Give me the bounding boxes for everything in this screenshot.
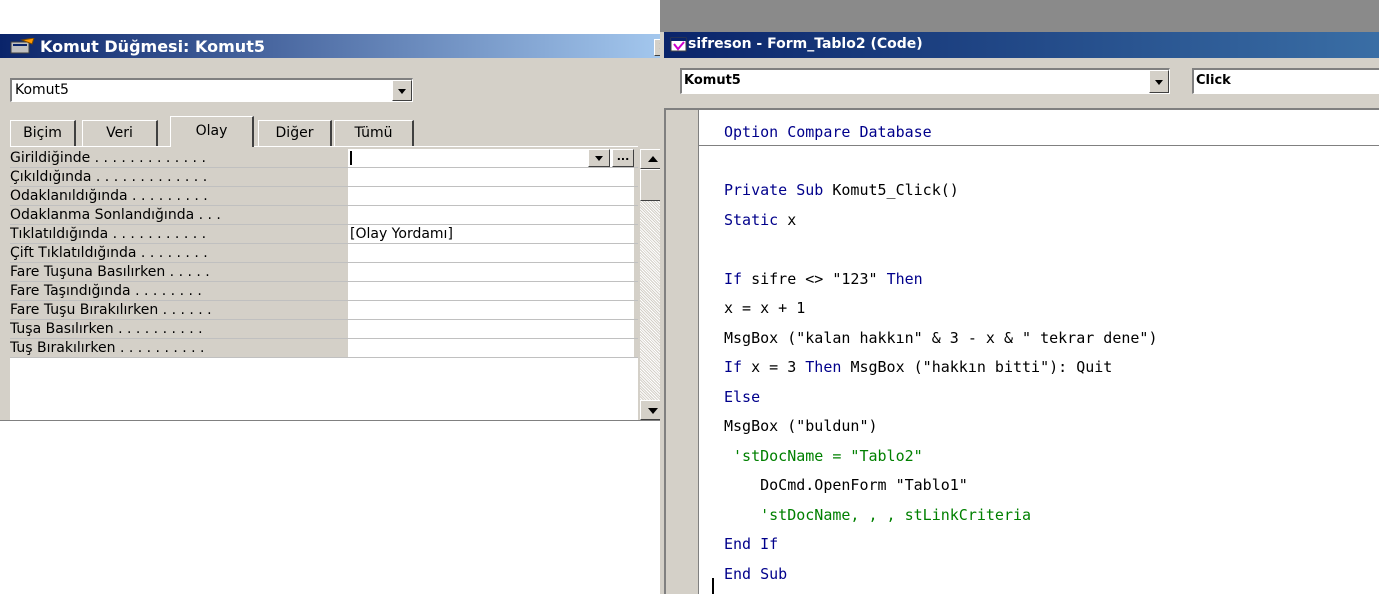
property-sheet-window: Komut Düğmesi: Komut5 ✕ Komut5 Girildiği… bbox=[0, 34, 673, 421]
property-row[interactable]: Tıklatıldığında . . . . . . . . . . . [Ol… bbox=[10, 225, 638, 244]
code-line: x = x + 1 bbox=[724, 298, 805, 318]
code-line: If sifre <> "123" Then bbox=[724, 269, 923, 289]
code-editor[interactable]: Option Compare Database Private Sub Komu… bbox=[664, 108, 1379, 594]
property-sheet-icon bbox=[10, 37, 36, 54]
property-label: Odaklanıldığında . . . . . . . . . bbox=[10, 188, 208, 204]
procedure-combo[interactable]: Click bbox=[1192, 68, 1379, 94]
property-row[interactable]: Fare Taşındığında . . . . . . . . bbox=[10, 282, 638, 301]
background-bar bbox=[660, 0, 1379, 32]
code-window-title-bar[interactable]: sifreson - Form_Tablo2 (Code) bbox=[664, 32, 1379, 58]
text-caret bbox=[350, 151, 352, 165]
property-value-field[interactable] bbox=[348, 168, 634, 186]
property-row[interactable]: Girildiğinde . . . . . . . . . . . . ...… bbox=[10, 149, 638, 168]
code-text: MsgBox ("kalan hakkın" & 3 - x & " tekra… bbox=[724, 328, 1158, 347]
code-keyword: Else bbox=[724, 387, 761, 406]
code-line: MsgBox ("kalan hakkın" & 3 - x & " tekra… bbox=[724, 328, 1157, 348]
chevron-down-icon[interactable] bbox=[1149, 70, 1169, 93]
code-text: x = 3 bbox=[751, 358, 806, 376]
property-value-field[interactable] bbox=[348, 301, 634, 319]
property-value-field[interactable]: ... bbox=[348, 149, 634, 167]
code-line: End If bbox=[724, 534, 778, 554]
property-value-field[interactable] bbox=[348, 320, 634, 338]
property-label: Çift Tıklatıldığında . . . . . . . . bbox=[10, 245, 208, 261]
property-value-field[interactable] bbox=[348, 282, 634, 300]
code-line: 'stDocName = "Tablo2" bbox=[724, 446, 923, 466]
code-text: DoCmd.OpenForm "Tablo1" bbox=[724, 476, 968, 494]
code-window-title: sifreson - Form_Tablo2 (Code) bbox=[688, 36, 923, 52]
property-row[interactable]: Odaklanma Sonlandığında . . . bbox=[10, 206, 638, 225]
property-row[interactable]: Fare Tuşuna Basılırken . . . . . bbox=[10, 263, 638, 282]
code-text: MsgBox ("hakkın bitti"): Quit bbox=[850, 358, 1113, 376]
code-keyword: End If bbox=[724, 535, 779, 553]
code-text: x bbox=[787, 210, 797, 229]
code-comment: 'stDocName = "Tablo2" bbox=[724, 446, 923, 465]
vba-code-icon bbox=[670, 37, 688, 53]
tab-0[interactable]: Biçim bbox=[10, 120, 76, 146]
tab-3[interactable]: Diğer bbox=[258, 120, 332, 146]
property-value-field[interactable] bbox=[348, 339, 634, 357]
tab-4[interactable]: Tümü bbox=[334, 120, 414, 146]
object-selector-value: Komut5 bbox=[15, 82, 69, 98]
object-combo-value: Komut5 bbox=[684, 73, 741, 88]
code-keyword: Then bbox=[886, 269, 923, 288]
code-line: MsgBox ("buldun") bbox=[724, 416, 878, 436]
code-window: sifreson - Form_Tablo2 (Code) Komut5 Cli… bbox=[660, 0, 1379, 594]
property-label: Tıklatıldığında . . . . . . . . . . . bbox=[10, 226, 207, 242]
property-row[interactable]: Tuşa Basılırken . . . . . . . . . . bbox=[10, 320, 638, 339]
code-text: x = x + 1 bbox=[724, 299, 806, 317]
property-sheet-title-bar[interactable]: Komut Düğmesi: Komut5 bbox=[0, 34, 672, 58]
code-keyword: Private Sub bbox=[724, 181, 833, 199]
tab-2[interactable]: Olay bbox=[170, 116, 254, 147]
property-label: Tuşa Basılırken . . . . . . . . . . bbox=[10, 321, 203, 337]
object-combo[interactable]: Komut5 bbox=[680, 68, 1170, 94]
code-line: DoCmd.OpenForm "Tablo1" bbox=[724, 475, 968, 495]
property-row[interactable]: Tuş Bırakılırken . . . . . . . . . . bbox=[10, 339, 638, 358]
code-text: Komut5_Click() bbox=[832, 181, 959, 199]
procedure-separator bbox=[698, 145, 1379, 146]
property-label: Odaklanma Sonlandığında . . . bbox=[10, 207, 221, 223]
code-line: Private Sub Komut5_Click() bbox=[724, 180, 959, 200]
property-value-field[interactable] bbox=[348, 263, 634, 281]
code-line: Static x bbox=[724, 210, 796, 230]
property-label: Tuş Bırakılırken . . . . . . . . . . bbox=[10, 340, 205, 356]
property-row[interactable]: Çift Tıklatıldığında . . . . . . . . bbox=[10, 244, 638, 263]
procedure-combo-value: Click bbox=[1196, 73, 1231, 88]
property-value-field[interactable] bbox=[348, 187, 634, 205]
property-label: Fare Tuşuna Basılırken . . . . . bbox=[10, 264, 210, 280]
code-text: sifre <> "123" bbox=[751, 269, 887, 288]
property-value-field[interactable] bbox=[348, 244, 634, 262]
property-value-field[interactable]: [Olay Yordamı] bbox=[348, 225, 634, 243]
property-sheet-title: Komut Düğmesi: Komut5 bbox=[40, 37, 265, 56]
code-keyword: If bbox=[724, 269, 752, 288]
property-grid: Girildiğinde . . . . . . . . . . . . ...… bbox=[10, 149, 638, 420]
code-line: 'stDocName, , , stLinkCriteria bbox=[724, 505, 1031, 525]
text-cursor bbox=[712, 578, 714, 594]
builder-button[interactable]: ... bbox=[612, 149, 634, 167]
code-margin-indicator-bar[interactable] bbox=[666, 110, 699, 594]
property-row[interactable]: Çıkıldığında . . . . . . . . . . . . . bbox=[10, 168, 638, 187]
property-row[interactable]: Fare Tuşu Bırakılırken . . . . . . bbox=[10, 301, 638, 320]
object-selector-combo[interactable]: Komut5 bbox=[10, 78, 413, 102]
code-line: Else bbox=[724, 387, 760, 407]
property-value-field[interactable] bbox=[348, 206, 634, 224]
property-label: Fare Tuşu Bırakılırken . . . . . . bbox=[10, 302, 212, 318]
property-label: Girildiğinde . . . . . . . . . . . . . bbox=[10, 150, 206, 166]
property-value-text: [Olay Yordamı] bbox=[350, 226, 453, 242]
code-keyword: Then bbox=[805, 358, 851, 376]
code-comment: 'stDocName, , , stLinkCriteria bbox=[724, 505, 1032, 524]
dropdown-arrow-icon[interactable] bbox=[588, 149, 610, 167]
chevron-down-icon[interactable] bbox=[392, 80, 412, 101]
property-label: Çıkıldığında . . . . . . . . . . . . . bbox=[10, 169, 208, 185]
declarations-line: Option Compare Database bbox=[724, 123, 932, 141]
property-row[interactable]: Odaklanıldığında . . . . . . . . . bbox=[10, 187, 638, 206]
code-line: End Sub bbox=[724, 564, 787, 584]
code-keyword: If bbox=[724, 358, 752, 376]
code-keyword: Static bbox=[724, 210, 788, 229]
tab-divider bbox=[10, 146, 638, 147]
code-keyword: End Sub bbox=[724, 564, 788, 583]
code-line: If x = 3 Then MsgBox ("hakkın bitti"): Q… bbox=[724, 357, 1112, 377]
property-label: Fare Taşındığında . . . . . . . . bbox=[10, 283, 202, 299]
tab-1[interactable]: Veri bbox=[82, 120, 158, 146]
code-text: MsgBox ("buldun") bbox=[724, 417, 878, 435]
